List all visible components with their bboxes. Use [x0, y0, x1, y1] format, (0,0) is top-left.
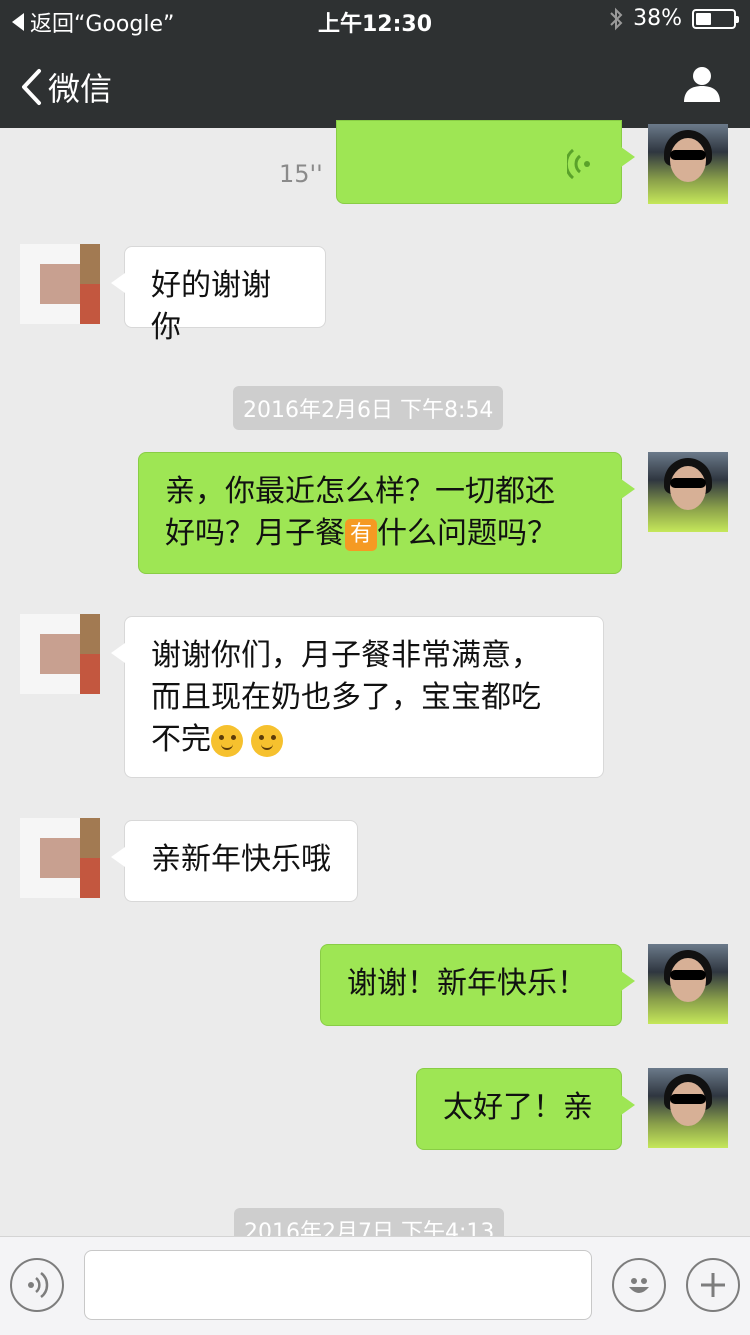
status-bar: 返回“Google” 上午12:30 38%	[0, 0, 750, 40]
contact-avatar[interactable]	[20, 818, 100, 898]
message-bubble-incoming[interactable]: 谢谢你们，月子餐非常满意， 而且现在奶也多了，宝宝都吃 不完	[111, 616, 604, 778]
message-text-line: 亲，你最近怎么样？一切都还	[165, 474, 555, 509]
voice-wave-icon	[567, 148, 590, 180]
message-text-line: 谢谢你们，月子餐非常满意，	[151, 638, 541, 673]
message-bubble-incoming[interactable]: 亲新年快乐哦	[111, 820, 358, 902]
voice-duration: 15''	[279, 160, 323, 188]
my-avatar[interactable]	[648, 1068, 728, 1148]
status-right: 38%	[609, 6, 739, 31]
message-input[interactable]	[84, 1250, 592, 1320]
message-text: 亲新年快乐哦	[151, 842, 331, 877]
message-bubble-outgoing[interactable]: 亲，你最近怎么样？一切都还 好吗？月子餐有什么问题吗？	[138, 452, 635, 574]
nav-bar: 微信	[0, 40, 750, 128]
input-bar	[0, 1236, 750, 1335]
chat-profile-button[interactable]	[682, 66, 722, 106]
bluetooth-icon	[610, 7, 623, 30]
contact-avatar[interactable]	[20, 614, 100, 694]
thinking-face-emoji-icon	[251, 724, 283, 757]
message-bubble-outgoing[interactable]: 太好了！亲	[416, 1068, 635, 1150]
you-tag-emoji-icon: 有	[345, 518, 377, 551]
more-button[interactable]	[686, 1258, 740, 1312]
message-text-line: 不完	[151, 719, 577, 761]
voice-input-button[interactable]	[10, 1258, 64, 1312]
message-text: 谢谢！新年快乐！	[347, 966, 587, 1001]
my-avatar[interactable]	[648, 944, 728, 1024]
voice-icon	[28, 1272, 49, 1298]
message-text: 太好了！亲	[443, 1090, 593, 1125]
thinking-face-emoji-icon	[211, 724, 243, 757]
plus-icon	[701, 1273, 725, 1297]
message-text: 好的谢谢你	[151, 268, 271, 345]
my-avatar[interactable]	[648, 452, 728, 532]
message-bubble-incoming[interactable]: 好的谢谢你	[111, 246, 326, 345]
battery-icon	[692, 8, 739, 29]
message-bubble-outgoing[interactable]: 谢谢！新年快乐！	[320, 944, 635, 1026]
chevron-left-icon	[22, 69, 41, 105]
emoji-icon	[629, 1278, 649, 1293]
back-label: 微信	[48, 70, 113, 108]
emoji-button[interactable]	[612, 1258, 666, 1312]
message-text-line: 好吗？月子餐有什么问题吗？	[165, 516, 557, 551]
battery-percent: 38%	[633, 6, 682, 31]
user-icon	[684, 67, 720, 102]
my-avatar[interactable]	[648, 124, 728, 204]
message-text-line: 而且现在奶也多了，宝宝都吃	[151, 680, 541, 715]
timestamp: 2016年2月6日 下午8:54	[233, 386, 504, 430]
back-button[interactable]: 微信	[20, 64, 112, 110]
contact-avatar[interactable]	[20, 244, 100, 324]
voice-message-bubble[interactable]	[336, 120, 635, 204]
